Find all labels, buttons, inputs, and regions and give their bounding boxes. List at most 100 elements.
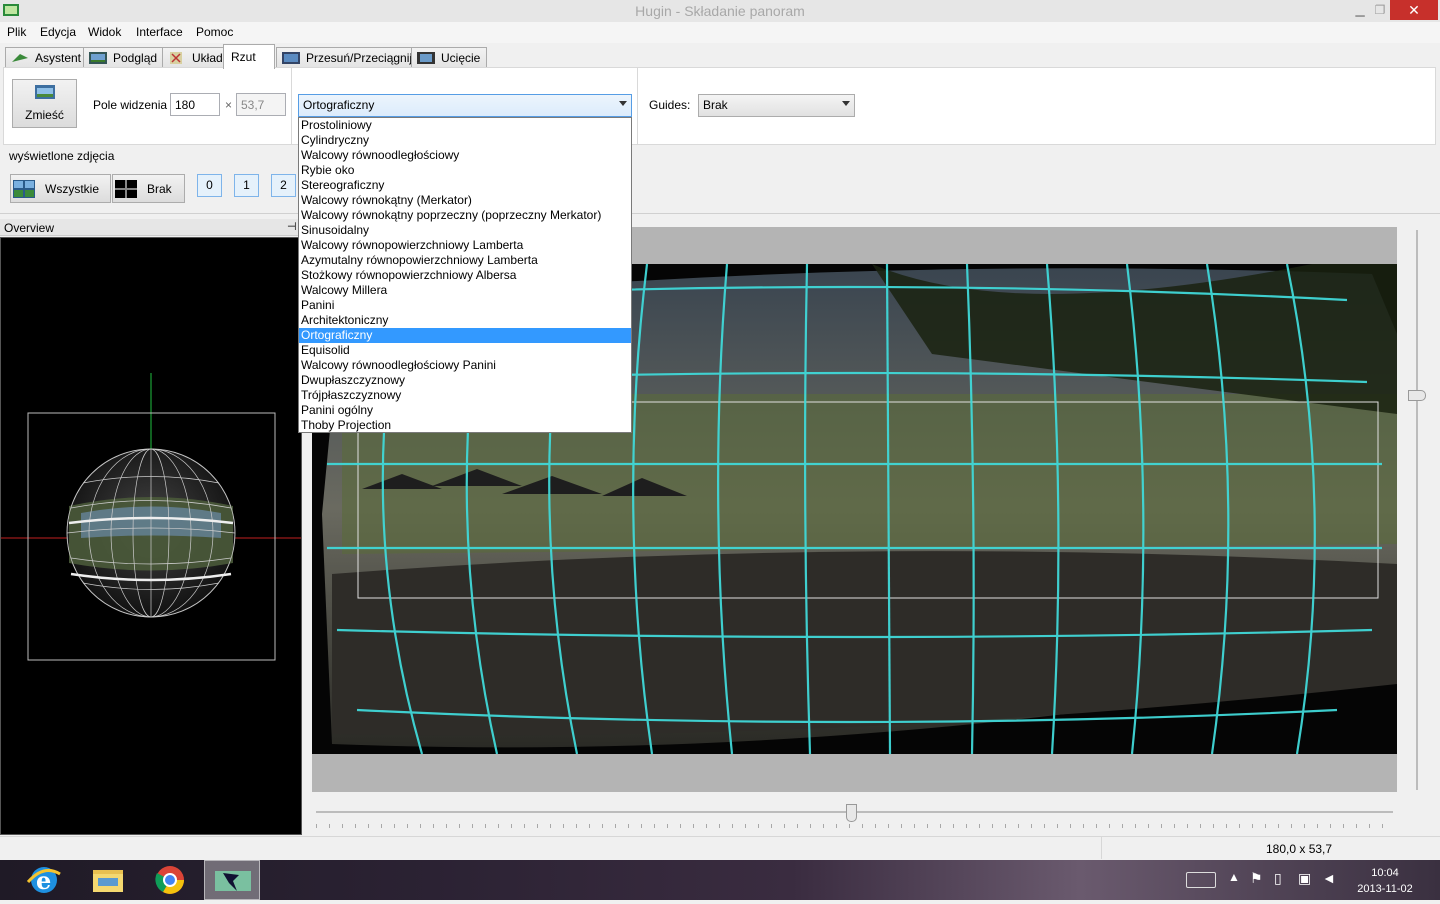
projection-option[interactable]: Architektoniczny [299,313,631,328]
projection-option[interactable]: Prostoliniowy [299,118,631,133]
layout-icon [170,52,182,64]
window-title: Hugin - Składanie panoram [635,3,805,19]
menu-pomoc[interactable]: Pomoc [196,25,233,39]
tab-label: Ucięcie [441,51,481,65]
overview-panel[interactable] [0,237,302,835]
fov-vertical-input[interactable] [236,93,286,116]
show-none-icon [115,179,137,198]
overview-header: Overview ⊣ [0,219,303,236]
internet-explorer-icon[interactable]: e [16,860,72,900]
assistant-icon [12,54,28,62]
tab-rzut[interactable]: Rzut [223,44,275,69]
menu-widok[interactable]: Widok [88,25,121,39]
show-all-button[interactable]: Wszystkie [10,174,111,203]
file-explorer-icon[interactable] [80,860,136,900]
fit-button-label: Zmieść [25,108,64,122]
projection-select[interactable]: Ortograficzny [298,94,632,117]
taskbar: e ▲ ⚑ ▯ ▣ ◄ 10:04 2013-11-02 [0,860,1440,900]
tab-label: Asystent [35,51,82,65]
projection-option[interactable]: Trójpłaszczyznowy [299,388,631,403]
panel-divider [637,68,638,144]
guides-label: Guides: [649,98,691,112]
chevron-down-icon [842,101,850,106]
status-bar: 180,0 x 53,7 [0,836,1440,860]
vertical-fov-slider[interactable] [1408,230,1428,790]
tab-label: Przesuń/Przeciągnij [306,51,413,65]
tab-uciecie[interactable]: Ucięcie [411,47,488,68]
tab-label: Rzut [231,50,256,64]
title-bar: Hugin - Składanie panoram ▁ ❐ ✕ [0,0,1440,22]
image-toggle-1[interactable]: 1 [234,174,259,197]
menu-edycja[interactable]: Edycja [40,25,76,39]
projection-option[interactable]: Cylindryczny [299,133,631,148]
projection-option-selected[interactable]: Ortograficzny [299,328,631,343]
hugin-icon[interactable] [204,860,260,900]
close-button[interactable]: ✕ [1390,0,1438,20]
crop-icon [417,52,435,64]
volume-icon[interactable]: ◄ [1322,870,1336,886]
projection-option[interactable]: Azymutalny równopowierzchniowy Lamberta [299,253,631,268]
tab-asystent[interactable]: Asystent [5,47,89,68]
status-fov: 180,0 x 53,7 [1266,842,1333,856]
tab-label: Podgląd [113,51,158,65]
show-all-label: Wszystkie [45,181,99,196]
show-none-button[interactable]: Brak [112,174,185,203]
move-icon [282,52,300,64]
projection-option[interactable]: Walcowy równopowierzchniowy Lamberta [299,238,631,253]
fit-icon [34,85,55,99]
projection-option[interactable]: Walcowy równoodległościowy Panini [299,358,631,373]
image-toggle-0[interactable]: 0 [197,174,222,197]
show-hidden-icons-icon[interactable]: ▲ [1228,870,1240,884]
separator [0,213,1440,214]
power-icon[interactable]: ▯ [1274,870,1282,887]
guides-select[interactable]: Brak [698,94,855,117]
fov-separator: × [225,98,233,112]
overview-title: Overview [4,221,55,235]
pin-icon[interactable]: ⊣ [287,220,297,233]
menu-bar: Plik Edycja Widok Interface Pomoc [0,22,1440,43]
projection-option[interactable]: Panini ogólny [299,403,631,418]
projection-option[interactable]: Sinusoidalny [299,223,631,238]
clock-date: 2013-11-02 [1357,883,1413,895]
projection-option[interactable]: Dwupłaszczyznowy [299,373,631,388]
projection-option[interactable]: Panini [299,298,631,313]
guides-select-value: Brak [703,98,728,112]
overview-sphere-view[interactable] [1,238,301,834]
tab-uklad[interactable]: Układ [162,47,230,68]
projection-option[interactable]: Walcowy równokątny (Merkator) [299,193,631,208]
tab-podglad[interactable]: Podgląd [83,47,165,68]
menu-plik[interactable]: Plik [7,25,26,39]
menu-interface[interactable]: Interface [136,25,183,39]
tab-bar: Asystent Podgląd Układ Rzut Przesuń/Prze… [0,43,1440,69]
show-all-icon [13,179,35,198]
show-none-label: Brak [147,181,172,196]
projection-option[interactable]: Walcowy Millera [299,283,631,298]
projection-option[interactable]: Walcowy równokątny poprzeczny (poprzeczn… [299,208,631,223]
preview-icon [89,52,107,64]
slider-thumb[interactable] [846,804,857,822]
fov-horizontal-input[interactable] [170,93,220,116]
projection-option[interactable]: Stereograficzny [299,178,631,193]
keyboard-icon[interactable] [1186,872,1216,888]
projection-option[interactable]: Thoby Projection [299,418,631,433]
projection-option[interactable]: Equisolid [299,343,631,358]
chevron-down-icon [619,101,627,106]
image-toggle-2[interactable]: 2 [271,174,296,197]
projection-option[interactable]: Stożkowy równopowierzchniowy Albersa [299,268,631,283]
projection-option[interactable]: Walcowy równoodległościowy [299,148,631,163]
chrome-icon[interactable] [142,860,198,900]
fit-button[interactable]: Zmieść [12,79,77,128]
tab-przesun[interactable]: Przesuń/Przeciągnij [276,47,420,68]
projection-option[interactable]: Rybie oko [299,163,631,178]
action-center-flag-icon[interactable]: ⚑ [1250,870,1263,887]
projection-select-value: Ortograficzny [303,98,375,112]
projection-dropdown-list: Prostoliniowy Cylindryczny Walcowy równo… [298,117,632,433]
system-clock[interactable]: 10:04 2013-11-02 [1352,865,1418,897]
horizontal-fov-slider[interactable] [312,802,1397,832]
panel-divider [291,68,292,144]
network-icon[interactable]: ▣ [1298,870,1311,887]
fov-label: Pole widzenia [93,98,168,112]
displayed-images-label: wyświetlone zdjęcia [9,149,115,163]
tab-label: Układ [192,51,223,65]
slider-thumb[interactable] [1408,390,1426,401]
